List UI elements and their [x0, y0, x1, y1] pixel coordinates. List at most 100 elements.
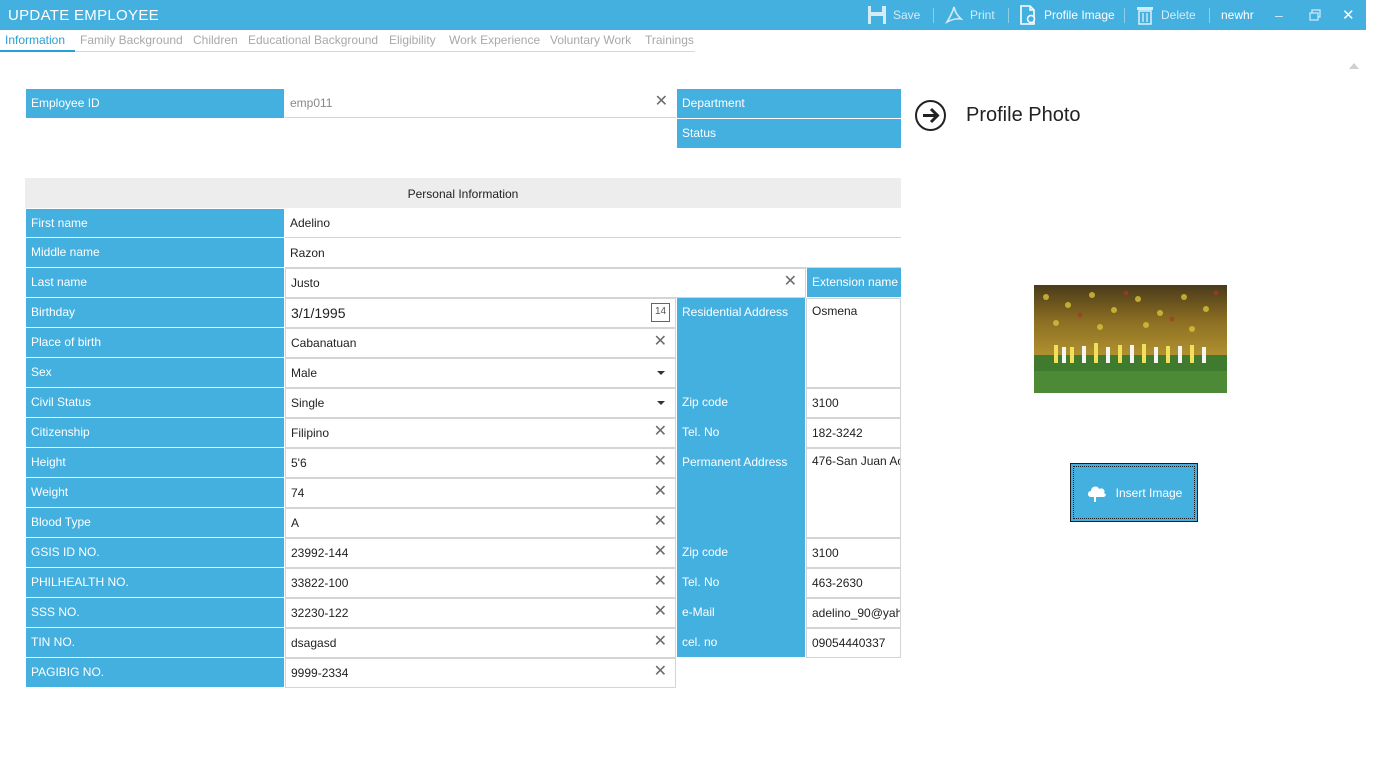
res-zip-field[interactable]: 3100 [806, 388, 901, 418]
minimize-icon[interactable]: – [1275, 0, 1283, 30]
tin-label: TIN NO. [26, 628, 284, 657]
place-of-birth-field[interactable]: Cabanatuan ✕ [285, 328, 676, 358]
arrow-right-circle-icon[interactable] [914, 99, 947, 132]
civil-status-select[interactable]: Single [285, 388, 676, 418]
permanent-address-field[interactable]: 476-San Juan Ac [806, 448, 901, 538]
birthday-label: Birthday [26, 298, 284, 327]
sss-field[interactable]: 32230-122 ✕ [285, 598, 676, 628]
profile-image-icon [1020, 5, 1036, 25]
last-name-field[interactable]: Justo ✕ [285, 268, 806, 298]
employee-id-label: Employee ID [26, 89, 284, 118]
scroll-up-icon[interactable] [1349, 63, 1359, 69]
insert-image-button[interactable]: Insert Image [1070, 463, 1198, 522]
status-label: Status [677, 119, 901, 148]
clear-icon[interactable]: ✕ [784, 274, 797, 290]
extension-name-label: Extension name [807, 268, 901, 297]
clear-icon[interactable]: ✕ [654, 514, 667, 530]
place-of-birth-value: Cabanatuan [291, 336, 357, 350]
pagibig-label: PAGIBIG NO. [26, 658, 284, 687]
close-icon[interactable]: ✕ [1342, 0, 1355, 30]
residential-address-label: Residential Address [677, 298, 805, 388]
clear-icon[interactable]: ✕ [654, 604, 667, 620]
calendar-icon[interactable]: 14 [651, 303, 670, 322]
toolbar-divider [1008, 8, 1009, 23]
weight-label: Weight [26, 478, 284, 507]
print-icon [944, 6, 964, 24]
residential-address-field[interactable]: Osmena [806, 298, 901, 388]
tab-trainings[interactable]: Trainings [645, 33, 694, 47]
tab-voluntary-work[interactable]: Voluntary Work [550, 33, 631, 47]
middle-name-label: Middle name [26, 238, 284, 267]
cel-field[interactable]: 09054440337 [806, 628, 901, 658]
first-name-field[interactable]: Adelino [285, 209, 901, 238]
profile-image-label: Profile Image [1044, 8, 1115, 22]
height-label: Height [26, 448, 284, 477]
chevron-down-icon[interactable] [657, 401, 665, 405]
delete-button[interactable]: Delete [1135, 0, 1196, 30]
tab-work-experience[interactable]: Work Experience [449, 33, 540, 47]
weight-field[interactable]: 74 ✕ [285, 478, 676, 508]
employee-id-value: emp011 [290, 96, 333, 110]
tab-educational-background[interactable]: Educational Background [248, 33, 378, 47]
perm-tel-field[interactable]: 463-2630 [806, 568, 901, 598]
civil-status-value: Single [291, 396, 325, 410]
clear-icon[interactable]: ✕ [654, 664, 667, 680]
tab-eligibility[interactable]: Eligibility [389, 33, 436, 47]
first-name-label: First name [26, 209, 284, 237]
gsis-field[interactable]: 23992-144 ✕ [285, 538, 676, 568]
middle-name-field[interactable]: Razon [285, 239, 901, 268]
clear-icon[interactable]: ✕ [654, 424, 667, 440]
profile-photo [1034, 285, 1227, 393]
blood-type-field[interactable]: A ✕ [285, 508, 676, 538]
citizenship-field[interactable]: Filipino ✕ [285, 418, 676, 448]
tab-family-background[interactable]: Family Background [80, 33, 183, 47]
employee-id-field[interactable]: emp011 ✕ [285, 89, 676, 118]
save-label: Save [893, 8, 921, 22]
user-name[interactable]: newhr [1221, 0, 1254, 30]
sss-label: SSS NO. [26, 598, 284, 627]
res-tel-label: Tel. No [677, 418, 805, 448]
profile-photo-title: Profile Photo [966, 104, 1081, 126]
pagibig-field[interactable]: 9999-2334 ✕ [285, 658, 676, 688]
print-label: Print [970, 8, 995, 22]
blood-type-value: A [291, 516, 300, 530]
calendar-day: 14 [654, 306, 667, 317]
sex-value: Male [291, 366, 318, 380]
sex-select[interactable]: Male [285, 358, 676, 388]
perm-zip-label: Zip code [677, 538, 805, 568]
citizenship-value: Filipino [291, 426, 330, 440]
gsis-value: 23992-144 [291, 546, 349, 560]
res-tel-field[interactable]: 182-3242 [806, 418, 901, 448]
clear-icon[interactable]: ✕ [654, 484, 667, 500]
residential-address-value: Osmena [812, 304, 858, 318]
perm-tel-label: Tel. No [677, 568, 805, 598]
title-bar: UPDATE EMPLOYEE Save Print Profile Image [0, 0, 1366, 30]
clear-icon[interactable]: ✕ [654, 334, 667, 350]
clear-icon[interactable]: ✕ [654, 574, 667, 590]
delete-icon [1137, 7, 1153, 25]
tab-information[interactable]: Information [5, 33, 65, 47]
insert-image-label: Insert Image [1115, 485, 1183, 500]
clear-icon[interactable]: ✕ [654, 544, 667, 560]
perm-zip-field[interactable]: 3100 [806, 538, 901, 568]
restore-icon[interactable] [1309, 0, 1321, 30]
profile-image-button[interactable]: Profile Image [1018, 0, 1115, 30]
birthday-field[interactable]: 3/1/1995 14 [285, 298, 676, 328]
permanent-address-label: Permanent Address [677, 448, 805, 538]
clear-icon[interactable]: ✕ [654, 634, 667, 650]
email-label: e-Mail [677, 598, 805, 628]
clear-icon[interactable]: ✕ [655, 94, 668, 110]
print-button[interactable]: Print [944, 0, 995, 30]
civil-status-label: Civil Status [26, 388, 284, 417]
philhealth-value: 33822-100 [291, 576, 349, 590]
department-label: Department [677, 89, 901, 118]
tin-field[interactable]: dsagasd ✕ [285, 628, 676, 658]
height-field[interactable]: 5'6 ✕ [285, 448, 676, 478]
save-button[interactable]: Save [867, 0, 920, 30]
clear-icon[interactable]: ✕ [654, 454, 667, 470]
philhealth-field[interactable]: 33822-100 ✕ [285, 568, 676, 598]
chevron-down-icon[interactable] [657, 371, 665, 375]
toolbar-divider [1209, 8, 1210, 23]
email-field[interactable]: adelino_90@yah [806, 598, 901, 628]
tab-children[interactable]: Children [193, 33, 238, 47]
